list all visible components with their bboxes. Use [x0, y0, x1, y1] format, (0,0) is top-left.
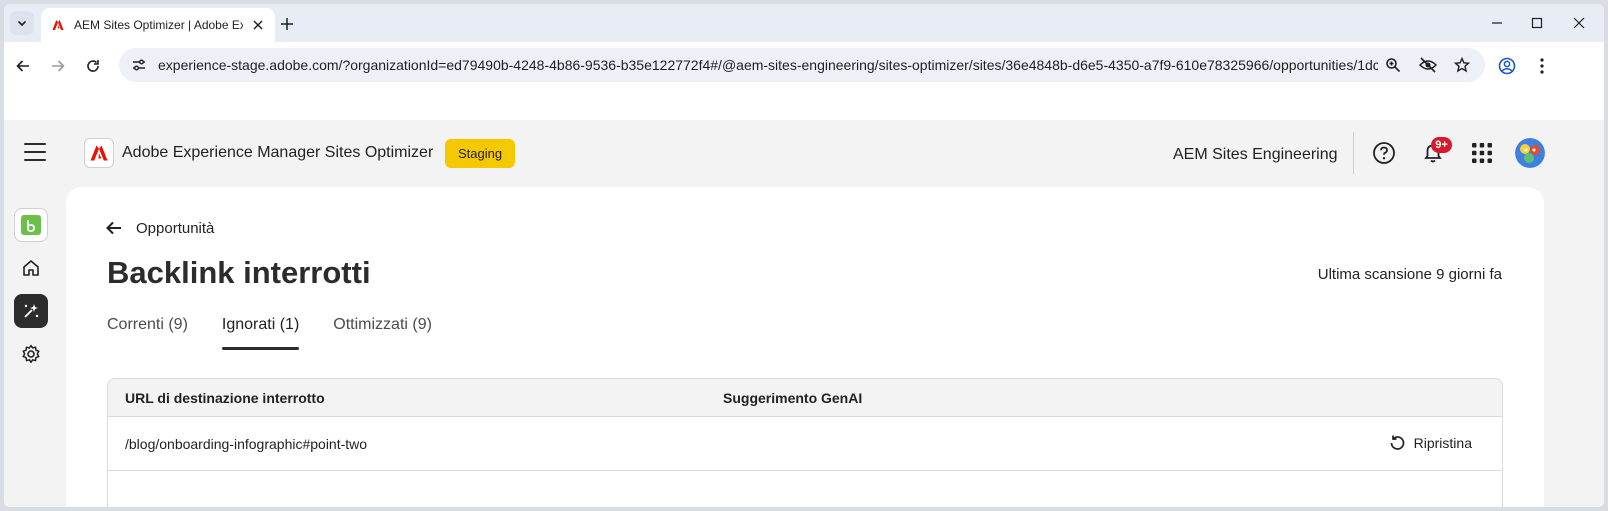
back-link[interactable]: Opportunità [106, 219, 214, 237]
close-icon[interactable] [249, 16, 267, 34]
tab-current[interactable]: Correnti (9) [107, 316, 188, 350]
broken-url-cell: /blog/onboarding-infographic#point-two [125, 436, 368, 452]
browser-window: AEM Sites Optimizer | Adobe Experience M… [4, 4, 1604, 507]
minimize-icon[interactable] [1477, 10, 1517, 36]
window-close-icon[interactable] [1559, 10, 1599, 36]
notification-badge: 9+ [1431, 137, 1452, 153]
tab-strip: AEM Sites Optimizer | Adobe Experience M… [4, 4, 1604, 42]
browser-toolbar: experience-stage.adobe.com/?organization… [4, 42, 1604, 91]
adobe-favicon-icon [52, 19, 64, 31]
site-info-icon[interactable] [123, 49, 155, 81]
adobe-logo-icon[interactable] [84, 138, 114, 168]
url-text: experience-stage.adobe.com/?organization… [158, 57, 1378, 73]
environment-badge: Staging [445, 139, 515, 168]
column-header-url: URL di destinazione interrotto [125, 390, 325, 406]
status-tabs: Correnti (9) Ignorati (1) Ottimizzati (9… [107, 316, 466, 352]
reload-icon[interactable] [79, 52, 107, 80]
org-switcher[interactable]: AEM Sites Engineering [1173, 146, 1338, 164]
arrow-left-icon [106, 219, 124, 237]
help-icon[interactable] [1371, 140, 1397, 166]
table-header: URL di destinazione interrotto Suggerime… [108, 379, 1502, 417]
zoom-icon[interactable] [1383, 55, 1403, 75]
app-header: Adobe Experience Manager Sites Optimizer… [4, 120, 1604, 184]
content-card: Opportunità Backlink interrotti Ultima s… [66, 187, 1544, 507]
restore-button[interactable]: Ripristina [1387, 433, 1472, 453]
kebab-menu-icon[interactable] [1528, 52, 1556, 80]
maximize-icon[interactable] [1517, 10, 1557, 36]
hamburger-icon[interactable] [22, 140, 48, 164]
table-row: /blog/onboarding-infographic#point-two R… [108, 417, 1502, 471]
tab-search-button[interactable] [10, 11, 34, 35]
product-name: Adobe Experience Manager Sites Optimizer [122, 144, 434, 161]
tab-title: AEM Sites Optimizer | Adobe Experience M… [74, 18, 243, 32]
browser-tab[interactable]: AEM Sites Optimizer | Adobe Experience M… [41, 8, 275, 42]
restore-button-label: Ripristina [1413, 435, 1472, 451]
eye-off-icon[interactable] [1418, 55, 1438, 75]
tab-ignored[interactable]: Ignorati (1) [221, 316, 300, 350]
site-favicon-icon[interactable] [14, 208, 48, 242]
opportunities-icon[interactable] [14, 294, 48, 328]
page-title: Backlink interrotti [107, 255, 371, 290]
restore-icon [1387, 433, 1407, 453]
app-shell: Adobe Experience Manager Sites Optimizer… [4, 120, 1604, 507]
back-link-label: Opportunità [136, 219, 215, 237]
last-scan-text: Ultima scansione 9 giorni fa [1317, 266, 1502, 283]
forward-arrow-icon[interactable] [44, 52, 72, 80]
apps-grid-icon[interactable] [1469, 140, 1495, 166]
plus-icon[interactable] [276, 13, 298, 35]
address-bar[interactable]: experience-stage.adobe.com/?organization… [119, 48, 1485, 82]
backlinks-table: URL di destinazione interrotto Suggerime… [107, 378, 1503, 507]
back-arrow-icon[interactable] [9, 52, 37, 80]
settings-icon[interactable] [14, 337, 48, 371]
tab-optimized[interactable]: Ottimizzati (9) [333, 316, 432, 350]
header-divider [1353, 132, 1354, 174]
chevron-down-icon [17, 20, 27, 27]
profile-icon[interactable] [1493, 52, 1521, 80]
column-header-suggestion: Suggerimento GenAI [723, 390, 863, 406]
star-icon[interactable] [1452, 55, 1472, 75]
home-icon[interactable] [14, 251, 48, 285]
avatar[interactable] [1515, 138, 1545, 168]
